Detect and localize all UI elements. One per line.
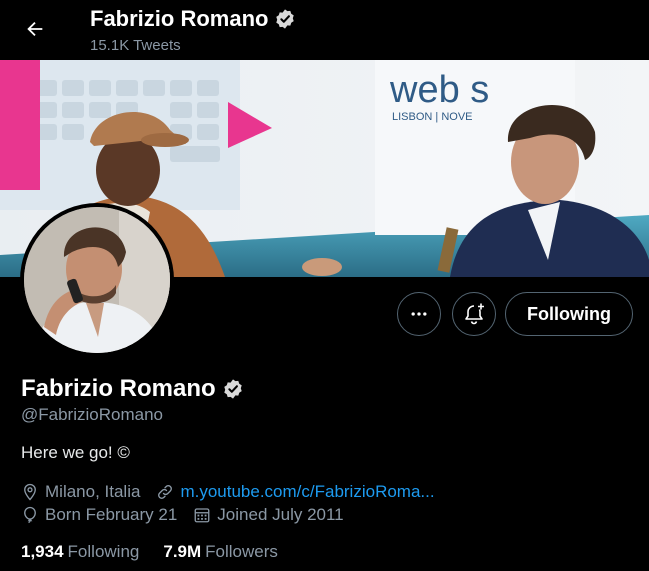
location-text: Milano, Italia: [45, 482, 141, 501]
verified-badge-icon: [223, 379, 242, 399]
joined-text: Joined July 2011: [217, 505, 344, 524]
banner-sign-subtext: LISBON | NOVE: [392, 111, 473, 123]
balloon-icon: [24, 506, 36, 524]
profile-header-bar: Fabrizio Romano 15.1K Tweets: [0, 0, 649, 60]
notifications-button[interactable]: [452, 292, 496, 336]
profile-meta-row-2: Born February 21 Joined July 2011: [21, 504, 360, 526]
link-icon: [158, 485, 173, 499]
followers-label: Followers: [205, 542, 278, 561]
profile-handle: @FabrizioRomano: [21, 405, 163, 424]
following-label: Following: [67, 542, 140, 561]
following-stat[interactable]: 1,934 Following: [21, 542, 139, 562]
website-item[interactable]: m.youtube.com/c/FabrizioRoma...: [156, 482, 435, 502]
birthday-text: Born February 21: [45, 505, 178, 524]
joined-item: Joined July 2011: [193, 505, 344, 525]
arrow-left-icon: [27, 21, 43, 37]
back-button[interactable]: [18, 12, 52, 46]
followers-count: 7.9M: [163, 542, 202, 561]
website-link[interactable]: m.youtube.com/c/FabrizioRoma...: [180, 482, 434, 502]
birthday-item: Born February 21: [21, 505, 177, 525]
tweet-count: 15.1K Tweets: [90, 37, 181, 54]
profile-avatar[interactable]: [20, 203, 174, 357]
verified-badge-icon: [276, 9, 295, 29]
followers-stat[interactable]: 7.9M Followers: [163, 542, 278, 562]
profile-name: Fabrizio Romano: [21, 375, 244, 403]
following-button[interactable]: Following: [505, 292, 633, 336]
profile-stats: 1,934 Following 7.9M Followers: [21, 542, 302, 562]
location-pin-icon: [24, 483, 36, 501]
banner-sign-text: web s: [389, 69, 489, 111]
location-item: Milano, Italia: [21, 482, 140, 502]
more-options-button[interactable]: [397, 292, 441, 336]
more-dots-icon: [411, 312, 427, 316]
header-name: Fabrizio Romano: [90, 6, 296, 32]
profile-meta-row-1: Milano, Italia m.youtube.com/c/FabrizioR…: [21, 481, 451, 503]
avatar-photo: [24, 207, 170, 353]
calendar-icon: [194, 508, 210, 523]
profile-bio: Here we go! ©: [21, 443, 130, 462]
following-count: 1,934: [21, 542, 64, 561]
bell-plus-icon: [465, 303, 484, 325]
